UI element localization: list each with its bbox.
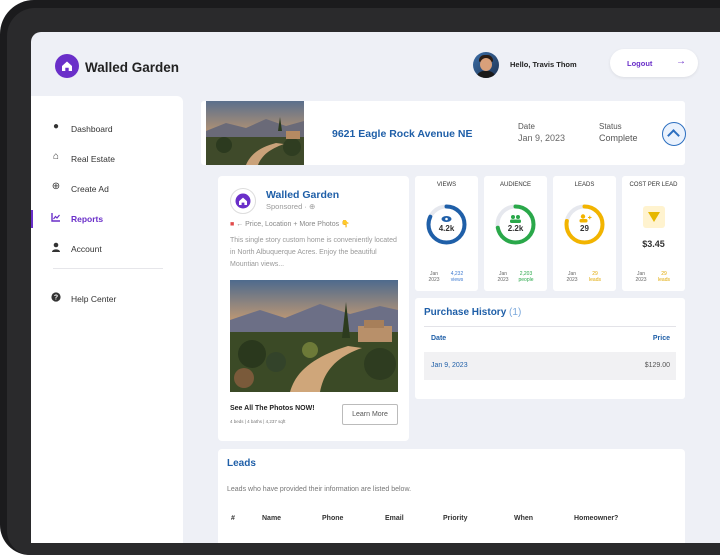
ad-page-name[interactable]: Walled Garden bbox=[266, 189, 339, 201]
ad-specs: 4 beds | 4 baths | 4,237 sqft bbox=[230, 419, 286, 424]
chevron-up-icon bbox=[667, 129, 680, 142]
stat-detail: 29 leads bbox=[589, 271, 601, 283]
purchase-history-card: Purchase History (1) Date Price Jan 9, 2… bbox=[415, 298, 685, 399]
stat-detail: 2,203 people bbox=[518, 271, 534, 283]
sidebar-item-label: Reports bbox=[71, 214, 104, 224]
logout-label: Logout bbox=[627, 59, 653, 68]
purchase-history-header: Date Price bbox=[424, 326, 676, 353]
sidebar-item-dashboard[interactable]: ● Dashboard bbox=[31, 116, 183, 142]
column-header-name[interactable]: Name bbox=[262, 515, 281, 522]
tag-icon bbox=[643, 206, 665, 228]
stat-detail: 29 leads bbox=[658, 271, 670, 283]
date-value: Jan 9, 2023 bbox=[518, 133, 566, 143]
avatar[interactable] bbox=[473, 52, 499, 78]
dashboard-icon: ● bbox=[52, 121, 60, 132]
arrow-right-icon: → bbox=[676, 56, 686, 67]
help-icon: ? bbox=[51, 292, 61, 302]
property-thumbnail bbox=[206, 101, 304, 165]
svg-text:?: ? bbox=[54, 295, 58, 302]
user-add-icon bbox=[579, 214, 592, 223]
sidebar: ● Dashboard ⌂ Real Estate ⊕ Create Ad Re… bbox=[31, 96, 183, 543]
ad-photo bbox=[230, 280, 398, 392]
sidebar-item-real-estate[interactable]: ⌂ Real Estate bbox=[31, 146, 183, 172]
learn-more-button[interactable]: Learn More bbox=[342, 404, 398, 425]
logout-button[interactable]: Logout → bbox=[610, 49, 698, 77]
column-header-phone[interactable]: Phone bbox=[322, 515, 343, 522]
column-header-homeowner[interactable]: Homeowner? bbox=[574, 515, 618, 522]
stat-card-audience: AUDIENCE 2.2k Jan 2023 2,203 people bbox=[484, 176, 547, 291]
learn-more-label: Learn More bbox=[352, 411, 388, 418]
people-icon bbox=[510, 215, 521, 223]
sidebar-item-label: Account bbox=[71, 244, 102, 254]
sidebar-item-label: Create Ad bbox=[71, 184, 109, 194]
sidebar-divider bbox=[53, 268, 163, 269]
purchase-history-count: (1) bbox=[509, 307, 522, 318]
sidebar-item-label: Real Estate bbox=[71, 154, 115, 164]
sidebar-item-label: Dashboard bbox=[71, 124, 113, 134]
purchase-history-title: Purchase History (1) bbox=[424, 307, 521, 318]
stat-card-leads: LEADS 29 Jan 2023 29 leads bbox=[553, 176, 616, 291]
ad-logo-icon bbox=[230, 188, 256, 214]
purchase-history-title-text: Purchase History bbox=[424, 307, 507, 318]
leads-description: Leads who have provided their informatio… bbox=[227, 486, 412, 493]
chart-icon bbox=[51, 212, 61, 222]
stat-date: Jan 2023 bbox=[635, 271, 647, 283]
sidebar-item-label: Help Center bbox=[71, 294, 117, 304]
brand-name: Walled Garden bbox=[85, 60, 180, 75]
sidebar-item-create-ad[interactable]: ⊕ Create Ad bbox=[31, 176, 183, 202]
stat-date: Jan 2023 bbox=[566, 271, 578, 283]
collapse-button[interactable] bbox=[662, 122, 686, 146]
leads-title: Leads bbox=[227, 458, 256, 469]
status-label: Status bbox=[599, 122, 622, 131]
top-bar: Walled Garden Hello, Travis Thom Logout … bbox=[31, 32, 720, 96]
table-row[interactable]: Jan 9, 2023 $129.00 bbox=[424, 352, 676, 380]
column-header-date[interactable]: Date bbox=[431, 335, 446, 342]
leads-ring: 29 bbox=[564, 204, 605, 245]
audience-ring: 2.2k bbox=[495, 204, 536, 245]
user-icon bbox=[51, 242, 61, 252]
row-price: $129.00 bbox=[644, 362, 670, 369]
stat-date: Jan 2023 bbox=[497, 271, 509, 283]
gem-icon: ■ bbox=[230, 221, 235, 228]
stat-card-views: VIEWS 4.2k Jan 2023 4,232 views bbox=[415, 176, 478, 291]
stat-title: LEADS bbox=[574, 182, 595, 188]
stat-title: AUDIENCE bbox=[499, 182, 531, 188]
views-value: 4.2k bbox=[439, 224, 455, 233]
plus-circle-icon: ⊕ bbox=[51, 181, 61, 192]
leads-card: Leads Leads who have provided their info… bbox=[218, 449, 685, 543]
greeting-text: Hello, Travis Thom bbox=[510, 60, 577, 69]
stat-card-cost-per-lead: COST PER LEAD $3.45 Jan 2023 29 leads bbox=[622, 176, 685, 291]
views-ring: 4.2k bbox=[426, 204, 467, 245]
column-header-price[interactable]: Price bbox=[653, 335, 670, 342]
sponsored-label: Sponsored · ⊕ bbox=[266, 202, 316, 211]
column-header-number[interactable]: # bbox=[231, 515, 235, 522]
ad-cta-title: See All The Photos NOW! bbox=[230, 405, 315, 412]
brand-logo-icon[interactable] bbox=[55, 54, 79, 78]
sidebar-item-help-center[interactable]: ? Help Center bbox=[31, 286, 183, 312]
eye-icon bbox=[441, 216, 452, 222]
sidebar-item-reports[interactable]: Reports bbox=[31, 206, 183, 232]
audience-value: 2.2k bbox=[508, 224, 524, 233]
stat-title: VIEWS bbox=[436, 182, 457, 188]
ad-preview-card: Walled Garden Sponsored · ⊕ ■ ← Price, L… bbox=[218, 176, 409, 441]
leads-value: 29 bbox=[580, 224, 589, 233]
status-value: Complete bbox=[599, 133, 638, 143]
column-header-email[interactable]: Email bbox=[385, 515, 404, 522]
date-label: Date bbox=[518, 122, 535, 131]
app-screen: Walled Garden Hello, Travis Thom Logout … bbox=[31, 32, 720, 543]
stat-detail: 4,232 views bbox=[450, 271, 464, 283]
ad-body-text: This single story custom home is conveni… bbox=[230, 237, 397, 268]
column-header-when[interactable]: When bbox=[514, 515, 533, 522]
row-date[interactable]: Jan 9, 2023 bbox=[431, 362, 468, 369]
ad-tagline-text: ← Price, Location + More Photos 👇 bbox=[236, 221, 350, 228]
property-header: 9621 Eagle Rock Avenue NE Date Jan 9, 20… bbox=[201, 101, 686, 165]
stat-title: COST PER LEAD bbox=[629, 182, 678, 188]
property-address: 9621 Eagle Rock Avenue NE bbox=[332, 128, 473, 140]
column-header-priority[interactable]: Priority bbox=[443, 515, 468, 522]
home-icon: ⌂ bbox=[52, 151, 60, 162]
ad-tagline: ■ ← Price, Location + More Photos 👇 bbox=[230, 220, 350, 228]
stat-date: Jan 2023 bbox=[428, 271, 440, 283]
sidebar-item-account[interactable]: Account bbox=[31, 236, 183, 262]
cost-per-lead-value: $3.45 bbox=[642, 239, 665, 249]
